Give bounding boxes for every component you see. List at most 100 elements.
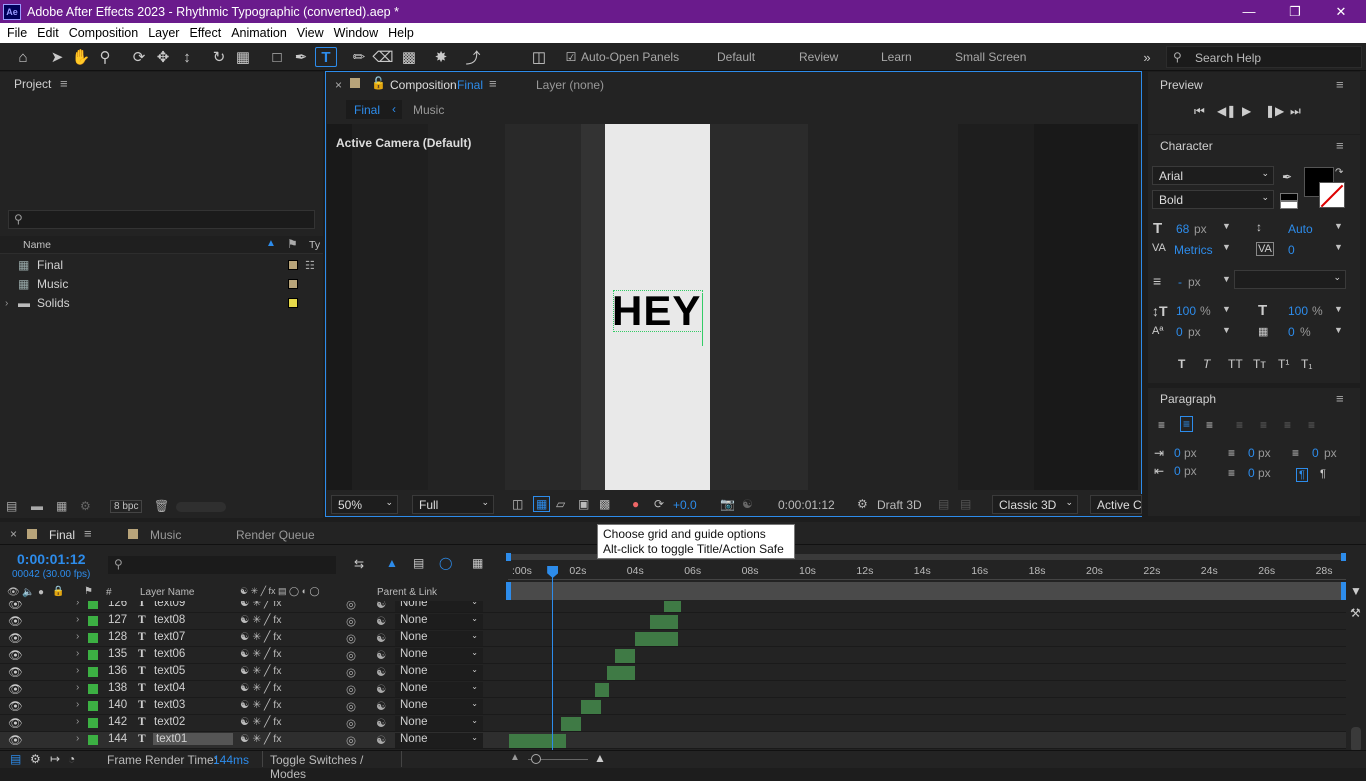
puppet-pin-icon[interactable]: ⤴: [462, 47, 484, 67]
layer-duration-bar[interactable]: [615, 649, 636, 663]
layer-row[interactable]: 👁 › 144 Ttext01 ☯ ✳ ╱ fx ◎ ☯ None ⌄: [0, 732, 1346, 749]
transparency-grid-icon[interactable]: ▩: [599, 497, 610, 511]
layer-duration-bar[interactable]: [580, 700, 601, 714]
layer-row[interactable]: 👁 › 135 Ttext06 ☯ ✳ ╱ fx ◎ ☯ None ⌄: [0, 647, 1346, 664]
3d-layer-icon[interactable]: ◎: [346, 733, 356, 747]
menu-window[interactable]: Window: [329, 26, 383, 40]
subscript-button[interactable]: T₁: [1301, 357, 1312, 371]
baseline-shift-value[interactable]: 0: [1176, 325, 1183, 339]
lock-toggle-icon[interactable]: 🔒: [52, 586, 64, 597]
visibility-eye-icon[interactable]: 👁: [8, 716, 23, 730]
chevron-down-icon[interactable]: ▼: [1334, 325, 1343, 335]
visibility-eye-icon[interactable]: 👁: [8, 699, 23, 713]
layer-switches[interactable]: ☯ ✳ ╱ fx: [240, 665, 281, 677]
menu-composition[interactable]: Composition: [64, 26, 143, 40]
justify-right-icon[interactable]: ≡: [1284, 418, 1291, 432]
solo-toggle-icon[interactable]: ●: [38, 587, 44, 598]
col-layer-number[interactable]: #: [106, 587, 112, 598]
small-caps-button[interactable]: Tт: [1253, 357, 1266, 371]
close-tab-icon[interactable]: ×: [10, 527, 17, 541]
bit-depth-button[interactable]: 8 bpc: [110, 500, 143, 513]
fast-previews-icon[interactable]: ◫: [512, 497, 523, 511]
visibility-eye-icon[interactable]: 👁: [8, 614, 23, 628]
rectangle-tool-icon[interactable]: □: [266, 47, 288, 67]
label-swatch[interactable]: [88, 684, 98, 694]
zoom-in-icon[interactable]: ▲: [594, 751, 606, 765]
pan-tool-icon[interactable]: ✥: [152, 47, 174, 67]
chevron-down-icon[interactable]: ▼: [1334, 304, 1343, 314]
layer-row[interactable]: 👁 › 140 Ttext03 ☯ ✳ ╱ fx ◎ ☯ None ⌄: [0, 698, 1346, 715]
zoom-slider-thumb[interactable]: [531, 754, 541, 764]
restore-icon[interactable]: ❐: [1272, 0, 1318, 23]
layer-duration-bar[interactable]: [606, 666, 636, 680]
audio-toggle-icon[interactable]: 🔈: [22, 587, 34, 598]
label-swatch[interactable]: [288, 279, 298, 289]
vertical-scale-value[interactable]: 100: [1176, 304, 1196, 318]
layer-row[interactable]: 👁 › 138 Ttext04 ☯ ✳ ╱ fx ◎ ☯ None ⌄: [0, 681, 1346, 698]
expand-arrow-icon[interactable]: ›: [76, 699, 79, 710]
tracking-value[interactable]: 0: [1288, 243, 1295, 257]
3d-ground-plane-icon[interactable]: ▤: [938, 497, 949, 511]
thumbnail-slider[interactable]: [176, 502, 226, 512]
visibility-eye-icon[interactable]: 👁: [8, 665, 23, 679]
expand-arrow-icon[interactable]: ›: [76, 716, 79, 727]
more-workspaces-icon[interactable]: »: [1136, 47, 1158, 67]
close-window-icon[interactable]: ✕: [1318, 0, 1364, 23]
expand-arrow-icon[interactable]: ›: [76, 665, 79, 676]
project-search-input[interactable]: ⚲: [8, 210, 315, 229]
exposure-value[interactable]: +0.0: [673, 498, 697, 512]
pen-tool-icon[interactable]: ✒: [290, 47, 312, 67]
layer-duration-bar[interactable]: [560, 717, 581, 731]
parent-dropdown[interactable]: None ⌄: [395, 648, 483, 663]
minimize-icon[interactable]: —: [1226, 0, 1272, 23]
layer-duration-bar[interactable]: [509, 734, 567, 748]
transfer-controls-icon[interactable]: ⚙: [30, 752, 41, 766]
all-caps-button[interactable]: TT: [1228, 357, 1243, 371]
panel-menu-icon[interactable]: ≡: [84, 526, 92, 541]
video-toggle-icon[interactable]: 👁: [7, 587, 20, 598]
interpret-footage-icon[interactable]: ▤: [6, 499, 17, 513]
work-area-start[interactable]: [506, 553, 511, 561]
orbit-tool-icon[interactable]: ⟳: [128, 47, 150, 67]
menu-help[interactable]: Help: [383, 26, 419, 40]
workspace-small-screen[interactable]: Small Screen: [955, 50, 1026, 64]
time-navigator[interactable]: [508, 582, 1346, 600]
breadcrumb-final[interactable]: Final ‹: [346, 100, 402, 119]
pick-whip-icon[interactable]: ☯: [376, 682, 386, 696]
tsume-value[interactable]: 0: [1288, 325, 1295, 339]
first-line-indent-value[interactable]: 0: [1312, 446, 1319, 460]
layer-switches-icon[interactable]: ▤: [10, 752, 21, 766]
label-swatch[interactable]: [88, 633, 98, 643]
timeline-scrollbar[interactable]: [1351, 727, 1361, 752]
previous-frame-icon[interactable]: ◀❚: [1217, 104, 1236, 118]
visibility-eye-icon[interactable]: 👁: [8, 631, 23, 645]
horizontal-scale-value[interactable]: 100: [1288, 304, 1308, 318]
label-swatch[interactable]: [88, 701, 98, 711]
layer-name[interactable]: text08: [154, 614, 185, 626]
expand-arrow-icon[interactable]: ›: [76, 682, 79, 693]
sort-up-icon[interactable]: ▲: [266, 238, 276, 249]
close-tab-icon[interactable]: ×: [335, 78, 342, 92]
chevron-down-icon[interactable]: ▼: [1334, 221, 1343, 231]
new-folder-icon[interactable]: ▬: [31, 499, 43, 513]
3d-layer-icon[interactable]: ◎: [346, 682, 356, 696]
layer-name[interactable]: text05: [154, 665, 185, 677]
panel-menu-icon[interactable]: ≡: [60, 76, 68, 91]
superscript-button[interactable]: T¹: [1278, 357, 1289, 371]
navigator-start[interactable]: [506, 582, 511, 600]
panel-menu-icon[interactable]: ≡: [1336, 391, 1344, 406]
flowchart-icon[interactable]: ☷: [305, 259, 315, 272]
indent-left-value[interactable]: 0: [1174, 446, 1181, 460]
expand-arrow-icon[interactable]: ›: [76, 614, 79, 625]
layer-row[interactable]: 👁 › 142 Ttext02 ☯ ✳ ╱ fx ◎ ☯ None ⌄: [0, 715, 1346, 732]
hand-tool-icon[interactable]: ✋: [70, 47, 92, 67]
anchor-tool-icon[interactable]: ▦: [232, 47, 254, 67]
work-area-end[interactable]: [1341, 553, 1346, 561]
label-swatch[interactable]: [88, 650, 98, 660]
frame-blending-icon[interactable]: ▤: [413, 556, 424, 570]
comp-canvas[interactable]: HEY: [605, 124, 710, 490]
3d-layer-icon[interactable]: ◎: [346, 648, 356, 662]
layer-switches[interactable]: ☯ ✳ ╱ fx: [240, 682, 281, 694]
panel-menu-icon[interactable]: ≡: [1336, 77, 1344, 92]
search-help-box[interactable]: ⚲ Search Help: [1166, 46, 1362, 68]
